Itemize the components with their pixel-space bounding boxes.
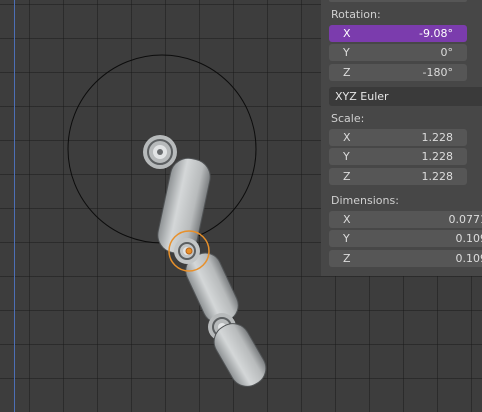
rotation-x-field[interactable]: X -9.08° (329, 25, 467, 42)
location-field-edge[interactable] (329, 0, 467, 2)
scale-x-label: X (343, 131, 351, 144)
scale-x-value: 1.228 (421, 131, 454, 144)
dimensions-z-field[interactable]: Z 0.109 (329, 250, 482, 267)
scale-z-value: 1.228 (421, 170, 454, 183)
dimensions-x-label: X (343, 213, 351, 226)
rotation-z-value: -180° (422, 66, 453, 79)
rotation-z-field[interactable]: Z -180° (329, 64, 467, 81)
rotation-mode-dropdown[interactable]: XYZ Euler (329, 87, 482, 106)
scale-x-field[interactable]: X 1.228 (329, 129, 467, 146)
dimensions-label: Dimensions: (331, 194, 399, 207)
scale-y-value: 1.228 (421, 150, 454, 163)
dimensions-x-value: 0.0771 (448, 213, 482, 226)
rotation-z-label: Z (343, 66, 351, 79)
scale-y-label: Y (343, 150, 350, 163)
rotation-y-value: 0° (440, 46, 454, 59)
dimensions-y-label: Y (343, 232, 350, 245)
rotation-label: Rotation: (331, 8, 381, 21)
scale-y-field[interactable]: Y 1.228 (329, 148, 467, 165)
scale-label: Scale: (331, 112, 365, 125)
rotation-y-field[interactable]: Y 0° (329, 44, 467, 61)
dimensions-x-field[interactable]: X 0.0771 (329, 211, 482, 228)
dimensions-z-value: 0.109 (455, 252, 482, 265)
scale-z-field[interactable]: Z 1.228 (329, 168, 467, 185)
rotation-x-label: X (343, 27, 351, 40)
rotation-mode-value: XYZ Euler (335, 90, 389, 103)
dimensions-y-value: 0.109 (455, 232, 482, 245)
rotation-y-label: Y (343, 46, 350, 59)
dimensions-y-field[interactable]: Y 0.109 (329, 230, 482, 247)
scale-z-label: Z (343, 170, 351, 183)
rotation-x-value: -9.08° (419, 27, 453, 40)
dimensions-z-label: Z (343, 252, 351, 265)
